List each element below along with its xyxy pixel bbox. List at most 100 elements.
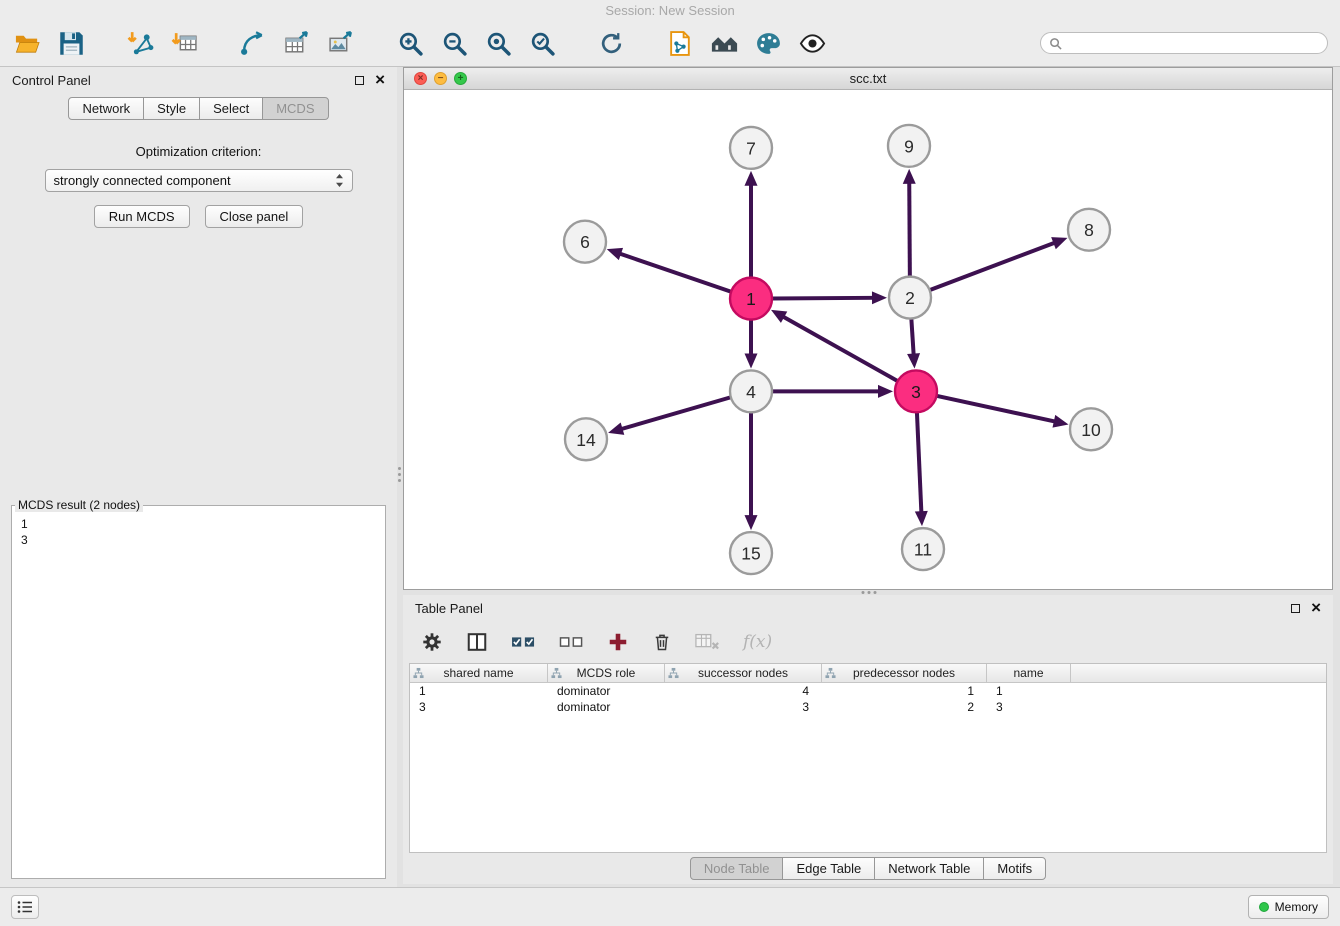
mcds-result-title: MCDS result (2 nodes) bbox=[15, 498, 143, 512]
import-table-button[interactable] bbox=[169, 26, 200, 60]
graph-edge-arrow bbox=[1052, 415, 1068, 428]
delete-column-button[interactable] bbox=[652, 631, 672, 653]
tab-style[interactable]: Style bbox=[143, 97, 200, 120]
zoom-out-button[interactable] bbox=[439, 26, 470, 60]
graph-edge-3-11[interactable] bbox=[917, 412, 921, 513]
graph-edge-arrow bbox=[745, 353, 758, 368]
tab-motifs[interactable]: Motifs bbox=[983, 857, 1046, 880]
graph-edge-arrow bbox=[745, 171, 758, 186]
tab-network[interactable]: Network bbox=[68, 97, 144, 120]
graph-edge-arrow bbox=[907, 353, 920, 368]
close-table-panel-icon[interactable]: × bbox=[1311, 602, 1321, 614]
column-label: predecessor nodes bbox=[853, 666, 955, 680]
zoom-fit-icon bbox=[485, 30, 512, 57]
image-arrow-icon bbox=[328, 30, 355, 57]
tab-node-table[interactable]: Node Table bbox=[690, 857, 784, 880]
function-builder-button[interactable]: f(x) bbox=[743, 632, 772, 652]
deselect-all-button[interactable] bbox=[559, 631, 584, 653]
houses-icon bbox=[711, 30, 738, 57]
graph-node-label: 3 bbox=[911, 382, 921, 402]
window-maximize-button[interactable]: + bbox=[454, 72, 467, 85]
memory-button[interactable]: Memory bbox=[1248, 895, 1329, 919]
export-network-button[interactable] bbox=[238, 26, 269, 60]
combo-arrows-icon bbox=[335, 173, 344, 188]
graph-edge-2-9[interactable] bbox=[909, 182, 910, 277]
search-box[interactable] bbox=[1040, 32, 1328, 54]
window-close-button[interactable]: × bbox=[414, 72, 427, 85]
tab-network-table[interactable]: Network Table bbox=[874, 857, 984, 880]
table-row[interactable]: 3 dominator 3 2 3 bbox=[410, 699, 1326, 715]
mcds-result-list[interactable]: 1 3 bbox=[12, 512, 385, 552]
graph-node-label: 1 bbox=[746, 289, 756, 309]
run-mcds-button[interactable]: Run MCDS bbox=[94, 205, 190, 228]
add-column-button[interactable] bbox=[607, 631, 629, 653]
import-network-button[interactable] bbox=[125, 26, 156, 60]
zoom-fit-button[interactable] bbox=[483, 26, 514, 60]
close-panel-button[interactable]: Close panel bbox=[205, 205, 304, 228]
graph-edge-2-8[interactable] bbox=[930, 242, 1056, 290]
home-panels-button[interactable] bbox=[709, 26, 740, 60]
split-column-icon bbox=[466, 631, 488, 653]
column-header-shared-name[interactable]: shared name bbox=[410, 664, 548, 682]
graph-edge-1-6[interactable] bbox=[619, 253, 731, 291]
network-window-titlebar[interactable]: × − + scc.txt bbox=[404, 68, 1332, 90]
graph-edge-2-3[interactable] bbox=[911, 318, 913, 355]
open-session-button[interactable] bbox=[12, 26, 43, 60]
tab-mcds[interactable]: MCDS bbox=[262, 97, 328, 120]
graph-edge-4-14[interactable] bbox=[621, 397, 731, 429]
column-header-successor-nodes[interactable]: successor nodes bbox=[665, 664, 822, 682]
gear-icon bbox=[421, 631, 443, 653]
zoom-in-icon bbox=[397, 30, 424, 57]
graph-edge-1-2[interactable] bbox=[772, 298, 874, 299]
tab-edge-table[interactable]: Edge Table bbox=[782, 857, 875, 880]
graph-edge-3-1[interactable] bbox=[782, 316, 897, 381]
show-hide-button[interactable] bbox=[797, 26, 828, 60]
graph-node-label: 15 bbox=[741, 544, 760, 564]
cell-mcds-role: dominator bbox=[548, 683, 665, 699]
graph-edge-3-10[interactable] bbox=[937, 396, 1056, 422]
table-settings-button[interactable] bbox=[421, 631, 443, 653]
column-header-mcds-role[interactable]: MCDS role bbox=[548, 664, 665, 682]
graph-edge-arrow bbox=[1051, 237, 1067, 249]
export-document-button[interactable] bbox=[665, 26, 696, 60]
network-canvas[interactable]: 7968124314101511 bbox=[404, 90, 1332, 589]
plus-icon bbox=[607, 631, 629, 653]
window-minimize-button[interactable]: − bbox=[434, 72, 447, 85]
refresh-button[interactable] bbox=[596, 26, 627, 60]
graph-node-label: 8 bbox=[1084, 220, 1094, 240]
trash-icon bbox=[652, 631, 672, 653]
graph-edge-arrow bbox=[607, 248, 623, 260]
select-all-button[interactable] bbox=[511, 631, 536, 653]
import-table-icon bbox=[171, 30, 198, 57]
graph-node-label: 9 bbox=[904, 136, 914, 156]
graph-node-label: 4 bbox=[746, 382, 756, 402]
checked-boxes-icon bbox=[511, 631, 536, 653]
window-splitter-handle[interactable] bbox=[861, 591, 876, 594]
table-header-row: shared name MCDS role successor nodes bbox=[410, 664, 1326, 683]
graph-node-label: 6 bbox=[580, 232, 590, 252]
export-image-button[interactable] bbox=[326, 26, 357, 60]
zoom-selected-button[interactable] bbox=[527, 26, 558, 60]
delete-table-button[interactable] bbox=[695, 631, 720, 653]
column-header-predecessor-nodes[interactable]: predecessor nodes bbox=[822, 664, 987, 682]
style-button[interactable] bbox=[753, 26, 784, 60]
search-input[interactable] bbox=[1067, 36, 1319, 50]
zoom-in-button[interactable] bbox=[395, 26, 426, 60]
float-table-panel-icon[interactable] bbox=[1291, 604, 1300, 613]
column-label: MCDS role bbox=[577, 666, 636, 680]
main-area: Control Panel × Network Style Select MCD… bbox=[0, 67, 1340, 887]
table-row[interactable]: 1 dominator 4 1 1 bbox=[410, 683, 1326, 699]
tab-select[interactable]: Select bbox=[199, 97, 263, 120]
close-panel-icon[interactable]: × bbox=[375, 74, 385, 86]
column-header-name[interactable]: name bbox=[987, 664, 1071, 682]
control-panel-header: Control Panel × bbox=[0, 67, 397, 93]
float-panel-icon[interactable] bbox=[355, 76, 364, 85]
save-session-button[interactable] bbox=[56, 26, 87, 60]
panel-splitter-handle[interactable] bbox=[398, 467, 401, 482]
export-table-button[interactable] bbox=[282, 26, 313, 60]
show-column-button[interactable] bbox=[466, 631, 488, 653]
column-label: name bbox=[1013, 666, 1043, 680]
refresh-icon bbox=[598, 30, 625, 57]
optimization-criterion-select[interactable]: strongly connected component bbox=[45, 169, 353, 192]
task-history-button[interactable] bbox=[11, 895, 39, 919]
